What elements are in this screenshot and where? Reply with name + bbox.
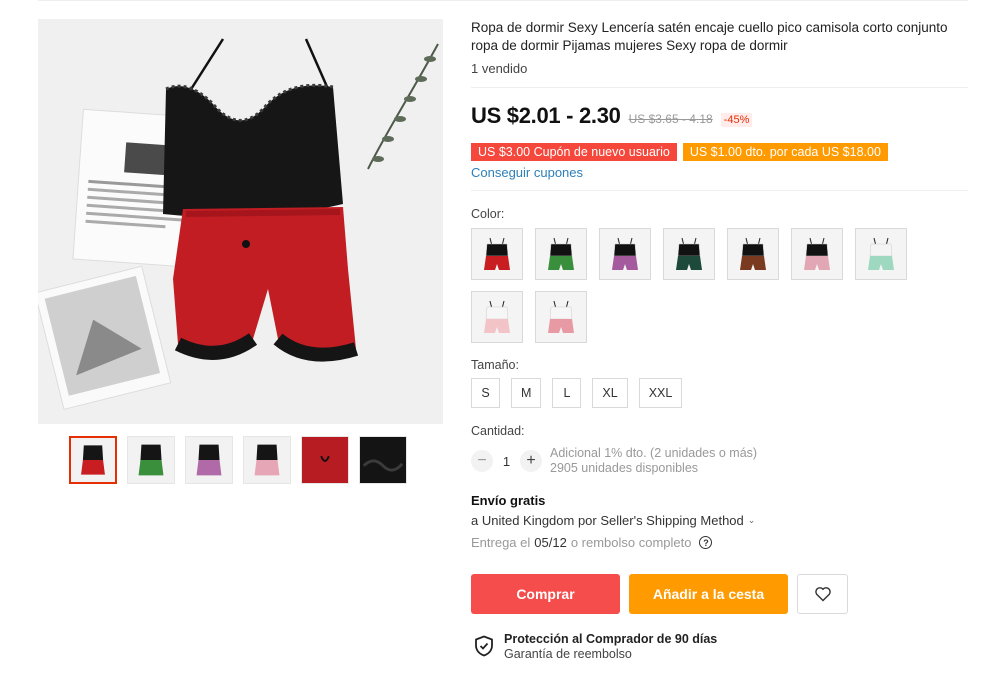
thumbnail-red-closeup[interactable] <box>301 436 349 484</box>
size-option[interactable]: XXL <box>638 378 683 408</box>
quantity-increase-button[interactable]: + <box>520 450 542 472</box>
thumbnail-green[interactable] <box>127 436 175 484</box>
new-user-coupon[interactable]: US $3.00 Cupón de nuevo usuario <box>471 143 677 161</box>
buyer-protection: Protección al Comprador de 90 días Garan… <box>474 632 717 661</box>
buy-now-button[interactable]: Comprar <box>471 574 620 614</box>
color-swatch[interactable] <box>791 228 843 280</box>
top-divider <box>38 0 968 1</box>
shipping-method-selector[interactable]: a United Kingdom por Seller's Shipping M… <box>471 513 755 528</box>
size-option[interactable]: S <box>471 378 500 408</box>
title-divider <box>471 87 968 88</box>
thumbnail-black-lace-closeup[interactable] <box>359 436 407 484</box>
add-to-cart-button[interactable]: Añadir a la cesta <box>629 574 788 614</box>
price-divider <box>471 190 968 191</box>
quantity-label: Cantidad: <box>471 424 525 438</box>
color-swatch[interactable] <box>727 228 779 280</box>
delivery-date: 05/12 <box>534 535 567 550</box>
help-icon[interactable]: ? <box>699 536 713 549</box>
product-title: Ropa de dormir Sexy Lencería satén encaj… <box>471 20 948 53</box>
product-info: Ropa de dormir Sexy Lencería satén encaj… <box>471 19 968 76</box>
thumbnail-strip <box>69 436 407 484</box>
heart-icon <box>814 587 831 602</box>
protection-title: Protección al Comprador de 90 días <box>504 632 718 646</box>
delivery-suffix: o rembolso completo <box>570 535 692 550</box>
shield-check-icon <box>475 635 493 657</box>
quantity-value[interactable]: 1 <box>493 454 520 469</box>
chevron-down-icon: ⌄ <box>747 515 756 525</box>
size-options: S M L XL XXL <box>471 378 683 408</box>
color-swatches <box>471 228 941 343</box>
price-row: US $2.01 - 2.30 US $3.65 - 4.18 -45% <box>471 103 753 129</box>
thumbnail-red[interactable] <box>69 436 117 484</box>
original-price: US $3.65 - 4.18 <box>628 112 713 126</box>
shipping-method-text: a United Kingdom por Seller's Shipping M… <box>471 513 744 528</box>
size-option[interactable]: M <box>511 378 542 408</box>
color-swatch[interactable] <box>855 228 907 280</box>
delivery-prefix: Entrega el <box>471 535 531 550</box>
color-swatch[interactable] <box>599 228 651 280</box>
bulk-coupon[interactable]: US $1.00 dto. por cada US $18.00 <box>682 143 888 161</box>
coupon-row: US $3.00 Cupón de nuevo usuario US $1.00… <box>471 143 888 161</box>
protection-subtitle: Garantía de reembolso <box>504 647 632 661</box>
shipping-title: Envío gratis <box>471 493 546 508</box>
delivery-estimate: Entrega el 05/12 o rembolso completo ? <box>471 535 713 550</box>
stock-available: 2905 unidades disponibles <box>550 461 699 475</box>
color-swatch[interactable] <box>535 291 587 343</box>
discount-badge: -45% <box>720 113 753 127</box>
get-coupons-link[interactable]: Conseguir cupones <box>471 165 583 180</box>
quantity-stepper: − 1 + <box>471 450 542 472</box>
color-swatch[interactable] <box>535 228 587 280</box>
product-main-image[interactable] <box>38 19 443 424</box>
color-swatch[interactable] <box>471 228 523 280</box>
size-label: Tamaño: <box>471 358 519 372</box>
bulk-discount-text: Adicional 1% dto. (2 unidades o más) <box>550 446 758 460</box>
sold-count: 1 vendido <box>471 61 528 76</box>
price: US $2.01 - 2.30 <box>471 103 621 128</box>
wishlist-button[interactable] <box>797 574 848 614</box>
thumbnail-purple[interactable] <box>185 436 233 484</box>
quantity-info: Adicional 1% dto. (2 unidades o más) 290… <box>550 446 757 476</box>
thumbnail-pink[interactable] <box>243 436 291 484</box>
quantity-decrease-button[interactable]: − <box>471 450 493 472</box>
color-label: Color: <box>471 207 505 221</box>
size-option[interactable]: L <box>552 378 582 408</box>
color-swatch[interactable] <box>663 228 715 280</box>
size-option[interactable]: XL <box>592 378 628 408</box>
color-swatch[interactable] <box>471 291 523 343</box>
